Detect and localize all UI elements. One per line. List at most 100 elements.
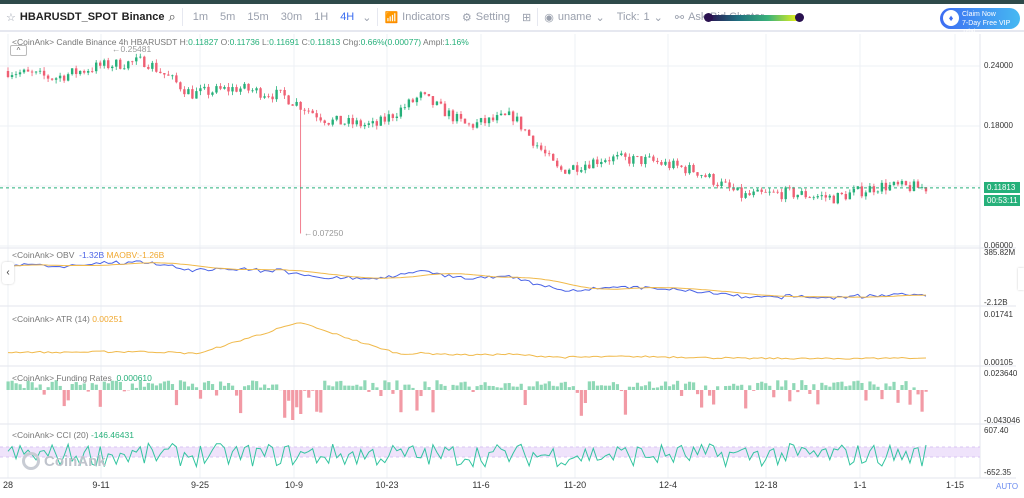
chart-canvas[interactable] [0,34,1024,498]
x-tick: 10-9 [284,480,304,490]
candle-body [608,160,611,162]
star-icon[interactable]: ☆ [6,11,16,24]
slider-handle-left[interactable] [704,13,713,22]
auto-scale-button[interactable]: AUTO [996,482,1018,491]
funding-bar [679,390,684,396]
candle-body [335,115,338,120]
heatmap-range-slider[interactable] [708,15,798,21]
candle-body [375,121,378,126]
search-icon[interactable]: ⌕ [168,9,175,25]
candle-body [411,99,415,103]
interval-group: 1m 5m 15m 30m 1H 4H ⌄ [183,11,378,24]
interval-4H[interactable]: 4H [336,11,358,23]
candle-body [447,110,451,117]
close-value: 0.11813 [310,37,341,47]
symbol-group[interactable]: ☆ HBARUSDT_SPOT Binance ⌕ [0,9,182,25]
chevron-down-icon[interactable]: ⌄ [362,11,371,24]
funding-bar [451,384,455,390]
funding-bar [816,390,820,405]
funding-bar [315,390,319,412]
funding-bar [647,381,652,390]
candle-body [648,156,651,158]
funding-bar [206,380,211,390]
interval-1H[interactable]: 1H [310,11,332,23]
amp-label: Ampl: [422,37,445,47]
tick-select[interactable]: Tick: 1 ⌄ [611,11,669,24]
collapse-left-button[interactable]: ‹ [2,262,14,284]
funding-bar [736,385,740,390]
funding-bar [178,380,183,390]
slider-handle-right[interactable] [795,13,804,22]
interval-5m[interactable]: 5m [216,11,239,23]
candle-body [231,87,234,92]
candle-body [279,89,282,91]
candle-body [720,181,723,187]
candle-body [131,61,134,63]
interval-15m[interactable]: 15m [243,11,272,23]
candle-body [535,145,539,147]
funding-bar [202,382,207,390]
funding-bar [587,381,591,390]
candle-body [499,113,503,116]
indicators-button[interactable]: 📶 Indicators [378,11,455,24]
funding-bar [792,383,796,390]
candle-body [211,92,214,95]
interval-30m[interactable]: 30m [277,11,306,23]
candle-body [347,118,350,124]
funding-bar [848,385,852,390]
candle-body [620,153,623,155]
candle-body [34,71,38,73]
funding-bar [595,385,599,390]
candle-body [163,73,166,75]
high-value: 0.11827 [188,37,219,47]
funding-bar [603,385,607,390]
grid-icon: ⊞ [522,11,532,24]
candle-body [551,153,555,161]
candle-body [844,194,848,200]
obv-tick: -2.12B [984,298,1008,307]
setting-button[interactable]: ⚙ Setting [456,11,516,24]
candle-body [820,195,823,197]
collapse-legend-button[interactable]: ^ [10,45,27,56]
atr-tick: 0.00105 [984,358,1013,367]
funding-bar [210,384,215,390]
interval-1m[interactable]: 1m [189,11,212,23]
candle-body [107,60,110,69]
candle-body [507,111,511,116]
funding-bar [82,383,86,390]
candle-body [407,99,411,108]
funding-bar [796,390,800,393]
candle-body [291,104,294,106]
candle-body [315,113,318,118]
candle-body [644,156,647,165]
funding-bar [868,381,872,390]
funding-bar [671,384,676,390]
candle-body [872,186,876,193]
candle-body [175,75,178,83]
collapse-right-button[interactable] [1018,268,1024,290]
low-marker: ←0.07250 [304,228,344,238]
candle-body [908,185,912,192]
funding-bar [780,386,784,390]
user-select[interactable]: ◉ uname ⌄ [538,11,610,24]
funding-bar [343,385,347,390]
candle-body [764,191,767,193]
vip-trial-button[interactable]: ♦ Claim Now 7-Day Free VIP Trial [940,8,1020,36]
funding-bar [539,384,543,390]
funding-bar [467,386,471,390]
funding-bar [371,382,375,390]
candle-body [135,57,138,62]
funding-bar [535,381,539,390]
funding-bar [864,390,868,401]
price-tick: 0.24000 [984,61,1013,70]
layout-button[interactable]: ⊞ [516,11,537,24]
funding-bar [34,387,38,390]
candle-body [50,78,54,80]
candle-body [588,164,591,169]
indicators-label: Indicators [402,11,450,23]
funding-bar [146,382,151,390]
funding-bar [716,386,720,390]
obv-tick: 385.82M [984,248,1016,257]
candle-body [680,165,683,167]
funding-bar [247,385,251,390]
